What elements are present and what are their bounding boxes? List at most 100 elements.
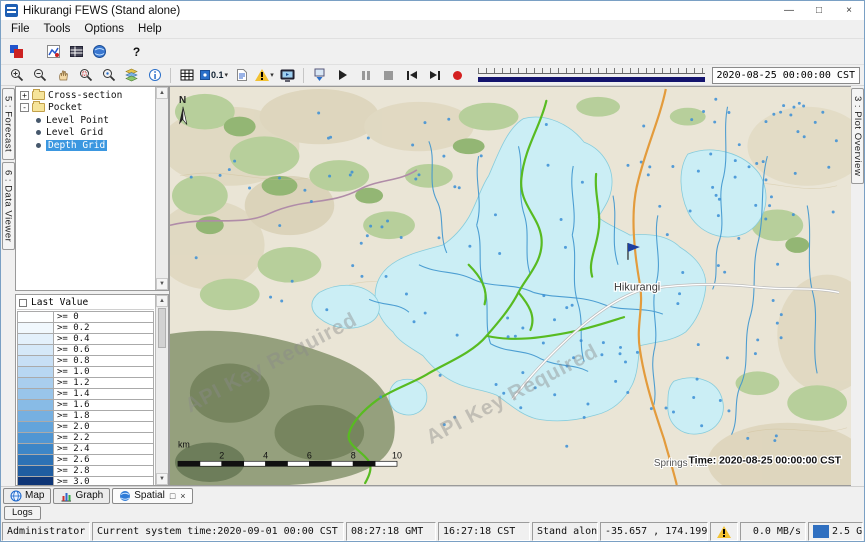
menu-help[interactable]: Help — [131, 22, 169, 36]
legend-row: >= 3.0 — [18, 477, 153, 486]
folder-icon — [32, 103, 45, 112]
legend-row: >= 0.6 — [18, 345, 153, 356]
help-icon[interactable]: ? — [126, 42, 147, 61]
folder-icon — [32, 91, 45, 100]
scroll-thumb[interactable] — [158, 308, 166, 348]
legend-label: >= 1.4 — [54, 389, 90, 399]
stop-button[interactable] — [378, 66, 399, 85]
legend-label: >= 0.2 — [54, 323, 90, 333]
legend-label: >= 2.0 — [54, 422, 90, 432]
tree-item-level-point[interactable]: Level Point — [18, 114, 154, 127]
tab-data-viewer[interactable]: 6 : Data Viewer — [2, 162, 15, 250]
skip-to-end-button[interactable] — [424, 66, 445, 85]
legend-row: >= 2.0 — [18, 422, 153, 433]
chevron-down-icon: ▾ — [225, 71, 229, 79]
animation-display-icon[interactable] — [277, 66, 298, 85]
grid-precision-dropdown[interactable]: 0.1 ▾ — [199, 66, 229, 85]
status-memory[interactable]: 2.5 GB — [808, 522, 863, 541]
skip-to-start-button[interactable] — [401, 66, 422, 85]
legend-label: >= 1.6 — [54, 400, 90, 410]
data-editor-icon[interactable] — [66, 42, 87, 61]
tree-item-level-grid[interactable]: Level Grid — [18, 127, 154, 140]
tree-scrollbar[interactable]: ▲ ▼ — [155, 87, 168, 290]
tree-item-cross-section[interactable]: + Cross-section — [18, 89, 154, 102]
scroll-up-icon[interactable]: ▲ — [156, 295, 168, 307]
maximize-button[interactable]: □ — [804, 1, 834, 20]
legend-swatch — [18, 411, 54, 421]
document-icon[interactable] — [231, 66, 252, 85]
legend-header-label: Last Value — [31, 297, 88, 308]
legend-row: >= 1.8 — [18, 411, 153, 422]
legend-label: >= 0.4 — [54, 334, 90, 344]
minimize-button[interactable]: — — [774, 1, 804, 20]
zoom-extent-icon[interactable] — [98, 66, 119, 85]
spatial-display-icon[interactable] — [89, 42, 110, 61]
menu-file[interactable]: File — [4, 22, 37, 36]
logs-button[interactable]: Logs — [4, 506, 41, 520]
svg-text:4: 4 — [263, 450, 268, 460]
warning-icon — [717, 526, 731, 538]
warning-icon — [255, 69, 269, 81]
tab-forecast[interactable]: 5 : Forecast — [2, 88, 15, 160]
pan-hand-icon[interactable] — [52, 66, 73, 85]
zoom-in-icon[interactable] — [6, 66, 27, 85]
legend-row: >= 0.8 — [18, 356, 153, 367]
chevron-down-icon: ▾ — [270, 71, 274, 79]
node-bullet-icon — [36, 118, 41, 123]
last-value-checkbox[interactable] — [19, 299, 27, 307]
time-slider-range — [478, 77, 704, 82]
tab-plot-overview[interactable]: 3 : Plot Overview — [851, 88, 864, 184]
svg-text:10: 10 — [392, 450, 402, 460]
tab-spatial[interactable]: Spatial □ × — [112, 488, 192, 504]
legend-swatch — [18, 466, 54, 476]
status-gmt-time: 08:27:18 GMT — [346, 522, 436, 541]
legend-label: >= 0.8 — [54, 356, 90, 366]
tab-graph[interactable]: Graph — [53, 488, 110, 504]
tree-item-pocket[interactable]: - Pocket — [18, 102, 154, 115]
scroll-down-icon[interactable]: ▼ — [156, 473, 168, 485]
legend-swatch — [18, 345, 54, 355]
time-slider[interactable] — [478, 67, 704, 83]
status-user: Administrator — [2, 522, 90, 541]
menu-options[interactable]: Options — [77, 22, 131, 36]
scroll-down-icon[interactable]: ▼ — [156, 278, 168, 290]
legend-swatch — [18, 334, 54, 344]
legend-row: >= 1.2 — [18, 378, 153, 389]
play-button[interactable] — [332, 66, 353, 85]
legend-label: >= 2.8 — [54, 466, 90, 476]
zoom-out-icon[interactable] — [29, 66, 50, 85]
map-canvas[interactable]: Hikurangi Springs Flat API Key Required … — [170, 87, 851, 485]
export-animation-icon[interactable] — [309, 66, 330, 85]
layers-icon[interactable] — [121, 66, 142, 85]
zoom-box-icon[interactable] — [75, 66, 96, 85]
bottom-tab-bar: Map Graph Spatial □ × — [1, 486, 864, 504]
legend-scrollbar[interactable]: ▲ ▼ — [155, 295, 168, 485]
legend-swatch — [18, 477, 54, 486]
tab-maximize-icon[interactable]: □ — [170, 491, 175, 501]
thresholds-warning-dropdown[interactable]: ▾ — [254, 66, 275, 85]
import-status-icon[interactable] — [6, 42, 27, 61]
legend-row: >= 2.8 — [18, 466, 153, 477]
scroll-up-icon[interactable]: ▲ — [156, 87, 168, 99]
tree-item-label: Level Grid — [46, 127, 103, 138]
tab-close-icon[interactable]: × — [180, 491, 185, 501]
info-icon[interactable] — [144, 66, 165, 85]
data-display-icon[interactable] — [43, 42, 64, 61]
grid-precision-value: 0.1 — [211, 70, 224, 80]
grid-display-icon[interactable] — [176, 66, 197, 85]
tab-map[interactable]: Map — [3, 488, 51, 504]
tree-item-depth-grid[interactable]: Depth Grid — [18, 139, 154, 152]
status-network: 0.0 MB/s — [740, 522, 806, 541]
legend-swatch — [18, 312, 54, 322]
expand-icon[interactable]: + — [20, 91, 29, 100]
status-warning[interactable] — [710, 522, 738, 541]
pause-button[interactable] — [355, 66, 376, 85]
legend-row: >= 0 — [18, 312, 153, 323]
node-bullet-icon — [36, 143, 41, 148]
spatial-layer-tree: + Cross-section - Pocket Level Point Lev… — [15, 86, 169, 291]
record-button[interactable] — [447, 66, 468, 85]
svg-text:2: 2 — [219, 450, 224, 460]
collapse-icon[interactable]: - — [20, 103, 29, 112]
close-button[interactable]: × — [834, 1, 864, 20]
menu-tools[interactable]: Tools — [37, 22, 78, 36]
